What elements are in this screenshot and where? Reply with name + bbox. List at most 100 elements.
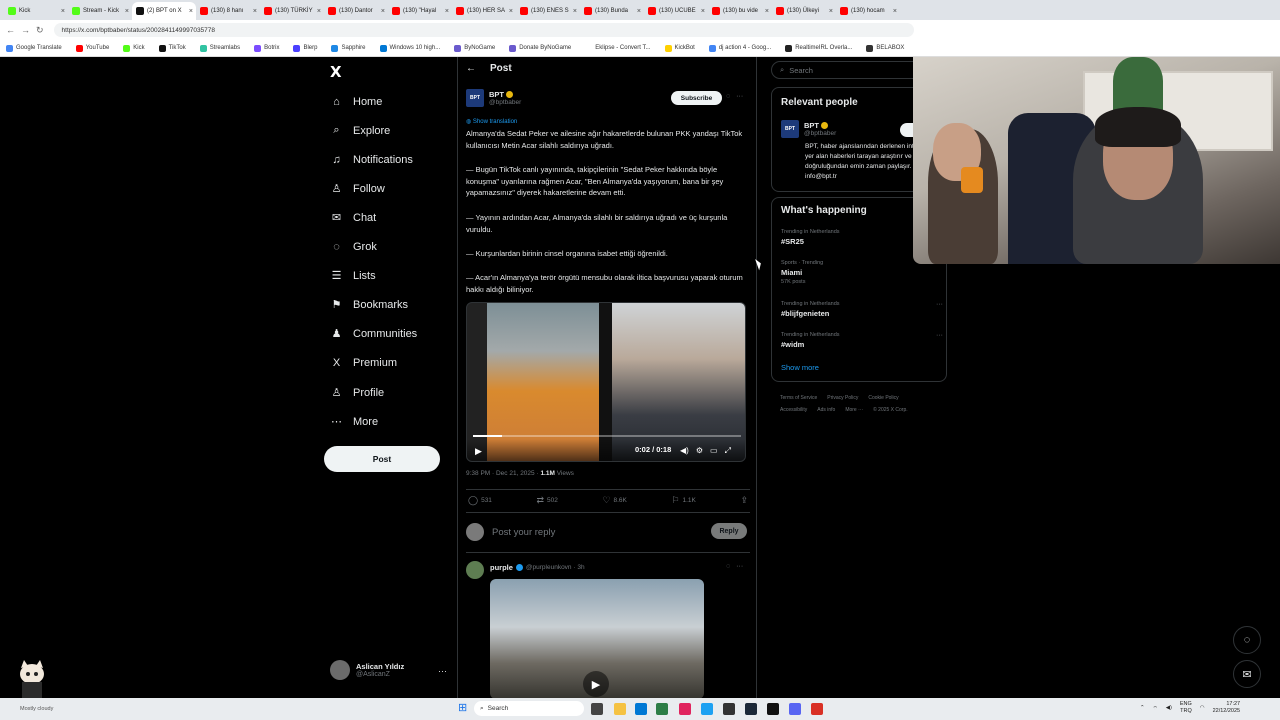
bookmark-item[interactable]: Streamlabs bbox=[199, 44, 240, 52]
windows-start-icon[interactable]: ⊞ bbox=[458, 703, 469, 714]
browser-tab[interactable]: (130) HER SA × bbox=[452, 2, 516, 20]
store-icon[interactable] bbox=[635, 703, 647, 715]
footer-link[interactable]: Cookie Policy bbox=[868, 395, 898, 401]
language-indicator[interactable]: ENG TRQ bbox=[1180, 701, 1192, 715]
bookmark-item[interactable]: Donate ByNoGame bbox=[509, 44, 571, 52]
settings-icon[interactable]: ⚙ bbox=[696, 446, 703, 456]
trend-item[interactable]: Sports · TrendingMiami57K posts··· bbox=[781, 260, 943, 285]
browser-tab[interactable]: (130) hocam × bbox=[836, 2, 900, 20]
close-tab-icon[interactable]: × bbox=[253, 8, 257, 15]
forward-icon[interactable]: → bbox=[21, 25, 30, 35]
clock[interactable]: 17:27 22/12/2025 bbox=[1213, 701, 1241, 715]
browser-tab[interactable]: (2) BPT on X × bbox=[132, 2, 196, 20]
show-translation-link[interactable]: ◍ Show translation bbox=[466, 118, 517, 125]
relevant-person[interactable]: BPT BPT @bptbaber bbox=[781, 120, 836, 138]
bookmark-item[interactable]: TikTok bbox=[158, 44, 186, 52]
nav-item-bookmarks[interactable]: ⚑ Bookmarks bbox=[330, 298, 408, 312]
play-icon[interactable]: ▶ bbox=[583, 671, 609, 697]
chevron-up-icon[interactable]: ⌃ bbox=[1140, 705, 1145, 711]
capcut-icon[interactable] bbox=[767, 703, 779, 715]
nav-item-notifications[interactable]: ♫ Notifications bbox=[330, 153, 413, 166]
browser-tab[interactable]: (130) Dantor × bbox=[324, 2, 388, 20]
nav-item-profile[interactable]: ♙ Profile bbox=[330, 386, 385, 400]
browser-tab[interactable]: (130) UCUBE × bbox=[644, 2, 708, 20]
browser-tab[interactable]: (130) Ülkeyi × bbox=[772, 2, 836, 20]
show-more-link[interactable]: Show more bbox=[781, 363, 819, 372]
reply-action[interactable]: ◯ 531 bbox=[468, 495, 492, 506]
steam-icon[interactable] bbox=[745, 703, 757, 715]
bookmark-item[interactable]: Eklipse - Convert T... bbox=[585, 44, 651, 52]
more-icon[interactable]: ··· bbox=[736, 563, 743, 570]
x-logo-icon[interactable]: X bbox=[330, 63, 342, 81]
close-tab-icon[interactable]: × bbox=[317, 8, 321, 15]
wifi-icon[interactable]: ◠ bbox=[1200, 705, 1205, 711]
nav-item-chat[interactable]: ✉ Chat bbox=[330, 211, 376, 225]
nav-item-premium[interactable]: X Premium bbox=[330, 356, 397, 369]
app-icon[interactable] bbox=[656, 703, 668, 715]
nav-item-home[interactable]: ⌂ Home bbox=[330, 95, 382, 108]
share-action[interactable]: ⇪ bbox=[740, 495, 748, 506]
close-tab-icon[interactable]: × bbox=[61, 8, 65, 15]
repost-action[interactable]: ⇄ 502 bbox=[536, 495, 557, 506]
fullscreen-icon[interactable]: ⤢ bbox=[725, 446, 731, 456]
post-timestamp[interactable]: 9:38 PM · Dec 21, 2025 · bbox=[466, 470, 540, 477]
close-tab-icon[interactable]: × bbox=[701, 8, 705, 15]
reload-icon[interactable]: ↻ bbox=[36, 25, 44, 36]
opera-icon[interactable] bbox=[679, 703, 691, 715]
back-icon[interactable]: ← bbox=[6, 25, 15, 35]
video-progress-bar[interactable] bbox=[473, 435, 741, 437]
volume-icon[interactable]: ◀) bbox=[680, 446, 689, 456]
nav-item-lists[interactable]: ☰ Lists bbox=[330, 269, 376, 283]
play-icon[interactable]: ▶ bbox=[475, 446, 482, 457]
url-input[interactable]: https://x.com/bptbaber/status/2002841149… bbox=[53, 23, 914, 37]
messages-fab-icon[interactable]: ✉ bbox=[1233, 660, 1261, 688]
bookmark-item[interactable]: Blerp bbox=[293, 44, 317, 52]
browser-tab[interactable]: (130) "Hayal × bbox=[388, 2, 452, 20]
footer-link[interactable]: Ads info bbox=[817, 407, 835, 413]
bookmark-item[interactable]: Windows 10 high... bbox=[379, 44, 440, 52]
back-arrow-icon[interactable]: ← bbox=[466, 63, 476, 74]
edge-icon[interactable] bbox=[701, 703, 713, 715]
reply-video[interactable]: ▶ bbox=[490, 579, 704, 699]
bookmark-item[interactable]: RealtimeIRL Overla... bbox=[785, 44, 852, 52]
reply-author-name[interactable]: purple bbox=[490, 563, 513, 572]
grok-fab-icon[interactable]: ◌ bbox=[1233, 626, 1261, 654]
close-tab-icon[interactable]: × bbox=[637, 8, 641, 15]
file-explorer-icon[interactable] bbox=[614, 703, 626, 715]
footer-link[interactable]: Privacy Policy bbox=[827, 395, 858, 401]
pip-icon[interactable]: ▭ bbox=[710, 446, 718, 456]
browser-tab[interactable]: (130) Bunda × bbox=[580, 2, 644, 20]
browser-tab[interactable]: (130) ENES S × bbox=[516, 2, 580, 20]
nav-item-explore[interactable]: ⌕ Explore bbox=[330, 124, 390, 137]
bookmark-item[interactable]: dj action 4 - Goog... bbox=[708, 44, 771, 52]
close-tab-icon[interactable]: × bbox=[189, 8, 193, 15]
footer-link[interactable]: Terms of Service bbox=[780, 395, 817, 401]
footer-link[interactable]: © 2025 X Corp. bbox=[873, 407, 908, 413]
browser-tab[interactable]: Stream - Kick × bbox=[68, 2, 132, 20]
taskbar-search[interactable]: ⌕ Search bbox=[474, 701, 584, 716]
obs-icon[interactable] bbox=[723, 703, 735, 715]
author-handle[interactable]: @bptbaber bbox=[489, 99, 521, 106]
bookmark-action[interactable]: ⚐ 1.1K bbox=[671, 495, 695, 506]
bookmark-item[interactable]: BELABOX bbox=[866, 44, 904, 52]
post-author[interactable]: BPT BPT @bptbaber bbox=[466, 89, 521, 107]
bookmark-item[interactable]: KickBot bbox=[664, 44, 695, 52]
browser-tab[interactable]: (130) 8 hanı × bbox=[196, 2, 260, 20]
volume-icon[interactable]: ◀) bbox=[1166, 705, 1172, 711]
bookmark-item[interactable]: Google Translate bbox=[6, 44, 62, 52]
close-tab-icon[interactable]: × bbox=[765, 8, 769, 15]
close-tab-icon[interactable]: × bbox=[573, 8, 577, 15]
chrome-icon[interactable] bbox=[811, 703, 823, 715]
close-tab-icon[interactable]: × bbox=[893, 8, 897, 15]
bookmark-item[interactable]: ByNoGame bbox=[454, 44, 495, 52]
nav-item-follow[interactable]: ♙ Follow bbox=[330, 182, 385, 196]
author-avatar[interactable]: BPT bbox=[466, 89, 484, 107]
grok-icon[interactable]: ◌ bbox=[726, 93, 730, 100]
account-switcher[interactable]: Aslican Yıldız @AslicanZ bbox=[330, 660, 404, 680]
discord-icon[interactable] bbox=[789, 703, 801, 715]
browser-tab[interactable]: (130) TÜRKİY × bbox=[260, 2, 324, 20]
bookmark-item[interactable]: Sapphire bbox=[331, 44, 366, 52]
more-icon[interactable]: ··· bbox=[936, 301, 943, 308]
more-icon[interactable]: ··· bbox=[936, 332, 943, 339]
nav-item-more[interactable]: ⋯ More bbox=[330, 415, 378, 429]
